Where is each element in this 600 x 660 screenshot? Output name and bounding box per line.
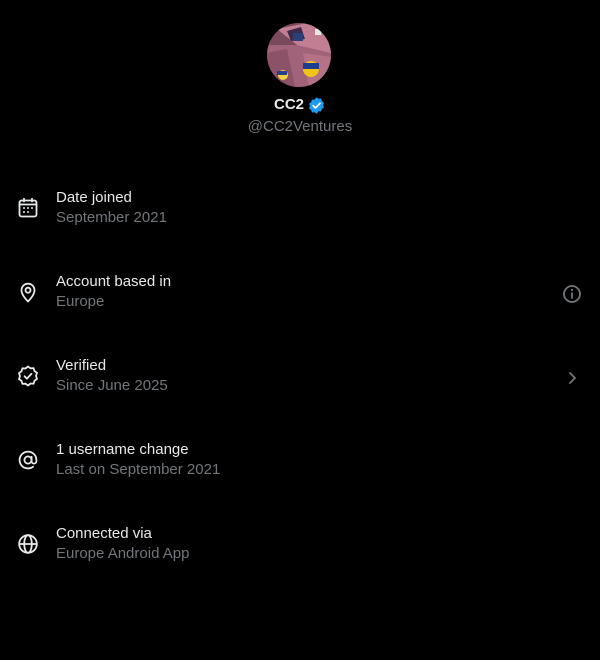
info-row-title: Account based in: [56, 273, 172, 290]
info-row-text: Verified Since June 2025: [56, 356, 168, 396]
info-row-text: Connected via Europe Android App: [56, 524, 189, 564]
info-row-verified[interactable]: Verified Since June 2025: [0, 348, 600, 432]
info-row-title: Date joined: [56, 189, 132, 206]
info-row-subtitle: September 2021: [56, 209, 167, 226]
info-row-connected-via: Connected via Europe Android App: [0, 516, 600, 600]
location-pin-icon: [16, 280, 40, 304]
account-info-list: Date joined September 2021 Account based…: [0, 180, 600, 600]
info-row-subtitle: Europe Android App: [56, 545, 190, 562]
calendar-icon: [16, 196, 40, 220]
info-row-subtitle: Since June 2025: [56, 377, 168, 394]
info-row-title: Connected via: [56, 525, 152, 542]
verified-badge-icon: [307, 96, 326, 115]
handle: @CC2Ventures: [247, 118, 353, 135]
chevron-right-icon[interactable]: [560, 366, 584, 390]
info-row-title: 1 username change: [56, 441, 189, 458]
info-row-subtitle: Last on September 2021: [56, 461, 221, 478]
info-row-text: Account based in Europe: [56, 272, 171, 312]
info-row-text: Date joined September 2021: [56, 188, 167, 228]
info-row-subtitle: Europe: [56, 293, 105, 310]
globe-icon: [16, 532, 40, 556]
avatar-image: [267, 23, 331, 87]
at-sign-icon: [16, 448, 40, 472]
info-row-username-change: 1 username change Last on September 2021: [0, 432, 600, 516]
info-row-title: Verified: [56, 357, 107, 374]
info-icon[interactable]: [560, 282, 584, 306]
display-name: CC2: [273, 96, 304, 113]
info-row-date-joined: Date joined September 2021: [0, 180, 600, 264]
info-row-text: 1 username change Last on September 2021: [56, 440, 220, 480]
verified-badge-icon: [16, 364, 40, 388]
avatar[interactable]: [267, 23, 331, 87]
name-row: CC2: [0, 95, 600, 115]
info-row-account-based-in: Account based in Europe: [0, 264, 600, 348]
